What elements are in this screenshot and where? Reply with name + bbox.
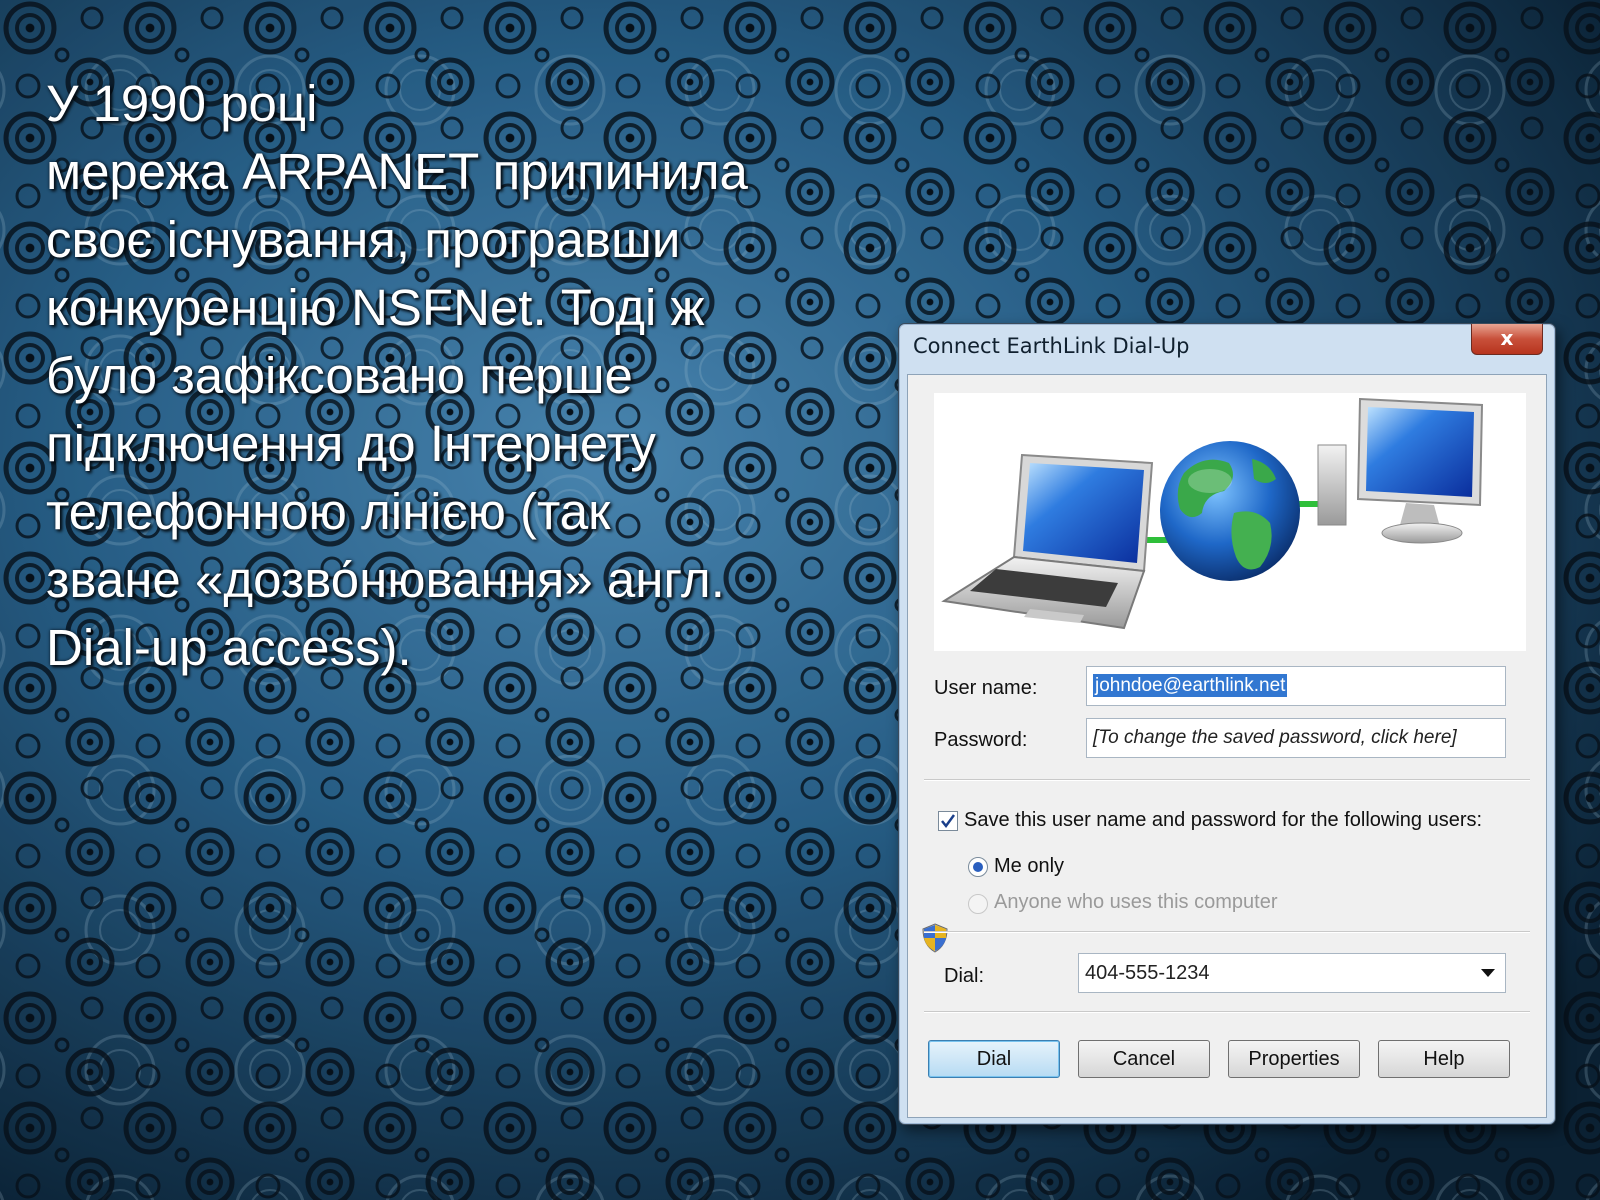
dialog-title: Connect EarthLink Dial-Up [913,334,1190,358]
radio-anyone[interactable] [968,894,988,914]
dialog-client-area: User name: johndoe@earthlink.net Passwor… [907,374,1547,1118]
dialog-titlebar[interactable]: Connect EarthLink Dial-Up x [899,324,1555,368]
slide-text-line: було зафіксовано перше [46,347,633,404]
close-icon: x [1500,326,1514,350]
connection-banner-image [934,393,1526,651]
connect-dialup-dialog: Connect EarthLink Dial-Up x User name: j… [898,323,1556,1125]
user-name-value: johndoe@earthlink.net [1093,674,1288,697]
slide-text-line: підключення до Інтернету [46,415,656,472]
radio-me-only-label: Me only [994,855,1065,877]
user-name-label: User name: [934,677,1038,699]
divider [924,1011,1530,1013]
password-field[interactable]: [To change the saved password, click her… [1086,718,1506,758]
slide-text-line: зване «дозво́нювання» англ. [46,551,725,608]
slide-body-text: У 1990 році мережа ARPANET припинила сво… [46,70,876,682]
checkmark-icon [941,814,956,829]
desktop-monitor-icon [1317,397,1484,544]
slide-text-line: конкуренцію NSFNet. Тоді ж [46,279,705,336]
help-button[interactable]: Help [1378,1040,1510,1078]
slide-text-line: своє існування, програвши [46,211,681,268]
user-name-field[interactable]: johndoe@earthlink.net [1086,666,1506,706]
dial-label: Dial: [944,965,985,987]
globe-icon [1160,441,1300,581]
password-label: Password: [934,729,1028,751]
chevron-down-icon[interactable] [1481,969,1495,977]
save-credentials-label: Save this user name and password for the… [964,809,1483,831]
properties-button[interactable]: Properties [1228,1040,1360,1078]
dial-button[interactable]: Dial [928,1040,1060,1078]
slide-text-line: Dial-up access). [46,619,412,676]
radio-anyone-label: Anyone who uses this computer [994,891,1278,913]
close-button[interactable]: x [1471,324,1543,355]
slide-text-line: мережа ARPANET припинила [46,143,748,200]
slide-text-line: У 1990 році [46,75,318,132]
radio-me-only[interactable] [968,857,988,877]
laptop-icon [941,453,1154,630]
save-credentials-checkbox[interactable] [938,811,958,831]
divider [924,931,1530,933]
slide-text-line: телефонною лінією (так [46,483,611,540]
divider [924,779,1530,781]
cancel-button[interactable]: Cancel [1078,1040,1210,1078]
dial-number-value: 404-555-1234 [1085,962,1210,984]
shield-icon [922,923,948,953]
dial-number-dropdown[interactable]: 404-555-1234 [1078,953,1506,993]
